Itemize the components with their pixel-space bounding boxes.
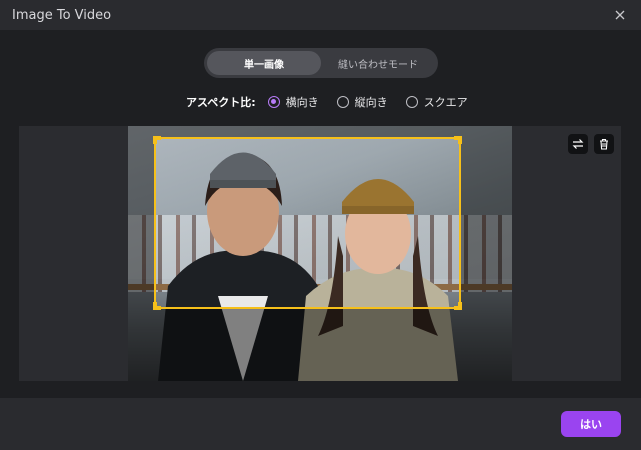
aspect-ratio-row: アスペクト比: 横向き 縦向き スクエア: [186, 94, 480, 110]
crop-shade-bottom: [128, 309, 512, 381]
delete-button[interactable]: [594, 134, 614, 154]
aspect-square-radio[interactable]: スクエア: [405, 94, 468, 110]
crop-shade-right: [461, 137, 512, 309]
close-icon[interactable]: [611, 6, 629, 24]
radio-checked-icon: [267, 96, 280, 108]
swap-icon: [572, 139, 584, 149]
mode-toggle: 単一画像 縫い合わせモード: [204, 48, 438, 78]
aspect-square-label: スクエア: [423, 96, 468, 109]
mode-stitch-button[interactable]: 縫い合わせモード: [321, 51, 435, 75]
aspect-portrait-label: 縦向き: [354, 96, 388, 109]
crop-handle-bottom-right[interactable]: [454, 302, 462, 310]
radio-unchecked-icon: [336, 96, 349, 108]
crop-shade-left: [128, 137, 154, 309]
crop-handle-top-left[interactable]: [153, 136, 161, 144]
confirm-button[interactable]: はい: [561, 411, 621, 437]
dialog-footer: [0, 398, 641, 450]
aspect-ratio-label: アスペクト比:: [186, 96, 256, 109]
radio-unchecked-icon: [405, 96, 418, 108]
image-stage: [19, 126, 621, 381]
trash-icon: [600, 138, 608, 150]
crop-handle-top-right[interactable]: [454, 136, 462, 144]
aspect-portrait-radio[interactable]: 縦向き: [336, 94, 388, 110]
aspect-landscape-radio[interactable]: 横向き: [267, 94, 319, 110]
aspect-landscape-label: 横向き: [285, 96, 319, 109]
title-bar: Image To Video: [0, 0, 641, 30]
crop-frame[interactable]: [153, 136, 462, 310]
mode-single-image-button[interactable]: 単一画像: [207, 51, 321, 75]
crop-handle-bottom-left[interactable]: [153, 302, 161, 310]
window-title: Image To Video: [12, 7, 112, 23]
swap-button[interactable]: [568, 134, 588, 154]
